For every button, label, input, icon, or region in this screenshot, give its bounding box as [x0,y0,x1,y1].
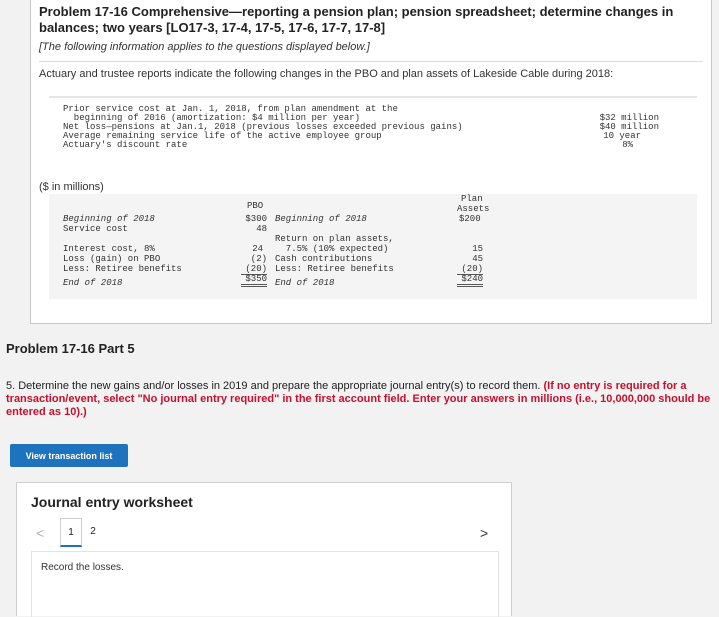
question-plain: 5. Determine the new gains and/or losses… [6,380,541,392]
pbo-interest-label: Interest cost, 8% [63,244,155,254]
info-note: [The following information applies to th… [39,41,370,53]
assets-return-label-1: Return on plan assets, [275,234,394,244]
pbo-assets-table: PBO Plan Assets $200 Beginning of 2018 S… [49,194,697,299]
assets-retiree-label: Less: Retiree benefits [275,264,394,274]
worksheet-instruction: Record the losses. [41,562,124,573]
assets-return-value: 15 [472,244,483,254]
assets-header-2: Assets [457,204,490,214]
pbo-interest-value: 24 [252,244,263,254]
pbo-header: PBO [247,201,264,211]
pbo-begin-value: $300 [245,214,267,224]
intro-text: Actuary and trustee reports indicate the… [39,68,614,80]
question-text: 5. Determine the new gains and/or losses… [6,380,712,419]
problem-card: Problem 17-16 Comprehensive—reporting a … [30,0,712,324]
assets-end-value: $240 [457,274,483,287]
assets-begin-value: $200 [459,214,481,224]
assets-end-label: End of 2018 [275,278,335,288]
assets-contrib-value: 45 [472,254,483,264]
assets-return-label-2: 7.5% (10% expected) [275,244,389,254]
pbo-retiree-label: Less: Retiree benefits [63,264,182,274]
pbo-begin-label: Beginning of 2018 [63,214,155,224]
fact-line-5: Actuary's discount rate [63,140,188,150]
assets-contrib-label: Cash contributions [275,254,373,264]
worksheet-page-1-tab[interactable]: 1 [60,518,82,547]
pbo-end-value: $350 [241,274,267,287]
pbo-service-value: 48 [256,224,267,234]
chevron-right-icon[interactable]: > [480,525,488,541]
worksheet-title: Journal entry worksheet [31,494,193,510]
pbo-end-label: End of 2018 [63,278,123,288]
facts-table: Prior service cost at Jan. 1, 2018, from… [49,96,697,153]
worksheet-content-box [31,551,499,617]
pbo-loss-label: Loss (gain) on PBO [63,254,161,264]
pbo-service-label: Service cost [63,224,128,234]
part-title: Problem 17-16 Part 5 [6,341,135,356]
assets-begin-label: Beginning of 2018 [275,214,367,224]
journal-entry-worksheet: Journal entry worksheet < 1 2 > Record t… [16,482,512,617]
unit-label: ($ in millions) [39,181,104,193]
assets-header-1: Plan [461,194,483,204]
pbo-loss-value: (2) [250,254,267,264]
problem-title: Problem 17-16 Comprehensive—reporting a … [39,4,674,35]
divider [39,61,703,62]
view-transaction-list-button[interactable]: View transaction list [10,444,128,467]
worksheet-page-2-tab[interactable]: 2 [83,518,103,544]
chevron-left-icon[interactable]: < [36,525,44,541]
fact-value-4: 8% [622,140,633,150]
